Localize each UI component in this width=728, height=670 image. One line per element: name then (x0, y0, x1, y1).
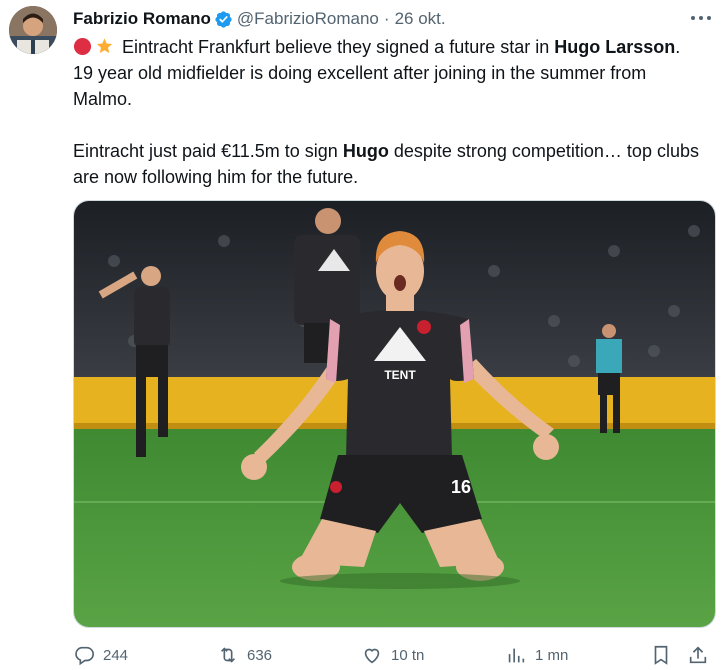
tweet-photo[interactable]: TENT 16 (73, 200, 716, 628)
views-button[interactable]: 1 mn (505, 643, 568, 667)
like-icon (364, 648, 380, 664)
author-handle[interactable]: @FabrizioRomano (237, 9, 379, 29)
reply-button[interactable]: 244 (73, 643, 128, 667)
star-emoji (96, 38, 113, 53)
author-name[interactable]: Fabrizio Romano (73, 9, 211, 29)
bookmark-button[interactable] (650, 643, 680, 667)
red-circle-emoji (73, 37, 92, 56)
tweet-text: Eintracht Frankfurt believe they signed … (73, 34, 703, 190)
action-bar: 244 636 10 tn 1 mn (73, 643, 713, 667)
retweet-count: 636 (247, 646, 273, 664)
verified-badge-icon (215, 10, 232, 28)
player-name-bold-2: Hugo (342, 141, 389, 161)
tweet-header: Fabrizio Romano @FabrizioRomano · 26 okt… (73, 8, 446, 30)
shirt-sponsor: TENT (384, 368, 416, 382)
tweet-paragraph-2: Eintracht just paid €11.5m to sign Hugo … (73, 138, 703, 190)
share-icon (689, 646, 707, 664)
more-icon[interactable] (688, 10, 714, 26)
reply-icon (75, 646, 94, 666)
like-count: 10 tn (391, 646, 425, 664)
shirt-number: 16 (451, 477, 471, 497)
views-count: 1 mn (535, 646, 569, 664)
retweet-icon (220, 647, 236, 663)
reply-count: 244 (103, 646, 129, 664)
separator-dot: · (383, 9, 390, 28)
tweet-text-2a: Eintracht just paid €11.5m to sign (73, 141, 343, 161)
retweet-button[interactable]: 636 (217, 643, 272, 667)
tweet-paragraph-1: Eintracht Frankfurt believe they signed … (73, 34, 703, 112)
author-avatar[interactable] (9, 6, 57, 54)
share-button[interactable] (687, 643, 717, 667)
like-button[interactable]: 10 tn (361, 643, 424, 667)
bookmark-icon (654, 645, 668, 665)
player-name-bold-1: Hugo Larsson (554, 37, 676, 57)
tweet-date[interactable]: 26 okt. (395, 9, 446, 29)
tweet-text-1a: Eintracht Frankfurt believe they signed … (122, 37, 555, 57)
views-icon (508, 648, 525, 663)
